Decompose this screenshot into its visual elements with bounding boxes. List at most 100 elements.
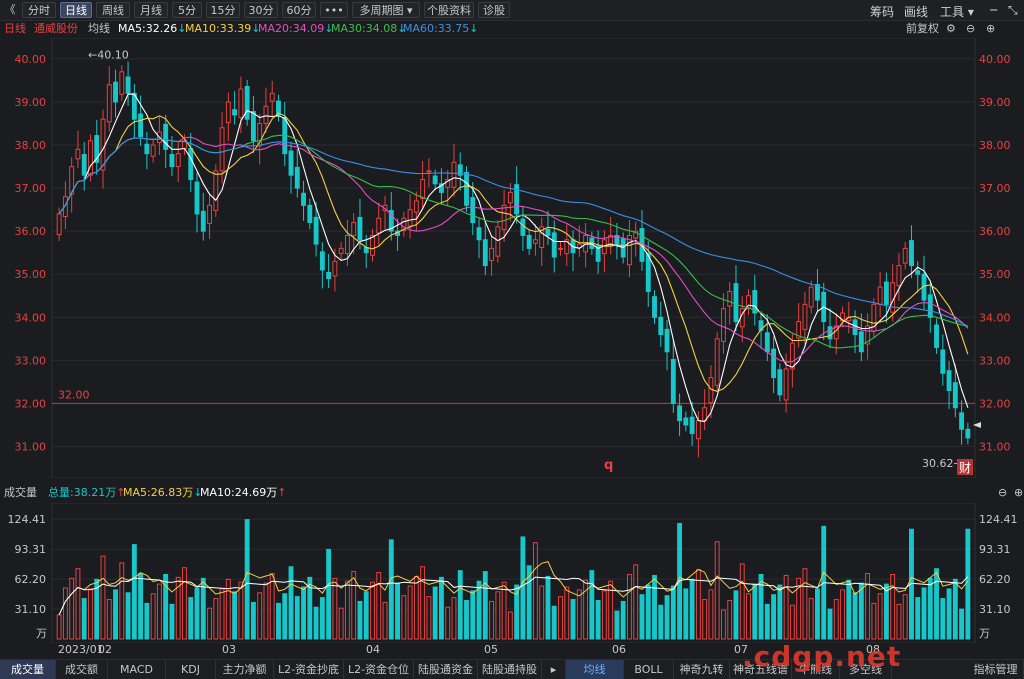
tab-hk-capital[interactable]: 陆股通资金 (414, 660, 478, 679)
diagnose-button[interactable]: 诊股 (478, 2, 510, 18)
top-toolbar: 《 分时 日线 周线 月线 5分 15分 30分 60分 ••• 多周期图 ▾ 个股资料 诊股 筹码 … (0, 0, 1024, 21)
tab-weekly[interactable]: 周线 (96, 2, 130, 18)
minimize-icon[interactable]: ─ (990, 3, 997, 17)
tab-60min[interactable]: 60分 (282, 2, 316, 18)
volume-bar (558, 596, 563, 640)
tab-l2-position[interactable]: L2-资金仓位 (344, 660, 414, 679)
tab-30min[interactable]: 30分 (244, 2, 278, 18)
volume-bar (276, 602, 281, 640)
volume-bar (464, 599, 469, 640)
volume-bar (865, 573, 871, 640)
zoom-out-icon[interactable]: ⊖ (966, 21, 975, 37)
candle-body (764, 332, 770, 353)
volume-bar (357, 600, 363, 640)
candle-body (150, 144, 156, 157)
volume-bar (633, 564, 639, 640)
zoom-in-icon[interactable]: ⊕ (986, 21, 995, 37)
candle-body (558, 247, 563, 250)
stock-name[interactable]: 通威股份 (34, 21, 78, 37)
tab-indicator-manage[interactable]: 指标管理 (968, 660, 1024, 679)
volume-bar (138, 573, 144, 640)
tab-hk-holding[interactable]: 陆股通持股 (478, 660, 542, 679)
candle-body (225, 101, 231, 124)
candle-body (727, 290, 733, 307)
tab-macd[interactable]: MACD (108, 660, 166, 679)
tab-kdj[interactable]: KDJ (166, 660, 216, 679)
tab-15min[interactable]: 15分 (206, 2, 240, 18)
price-chart[interactable]: 40.00 40.00 39.00 39.00 38.00 38.00 37.00 37.00… (0, 38, 1024, 478)
candle-body (909, 240, 914, 267)
volume-bar (708, 589, 714, 640)
volume-chart[interactable]: 124.41 124.41 93.31 93.31 62.20 62.20 31.10 31.… (0, 503, 1024, 643)
volume-zoom-in-icon[interactable]: ⊕ (1014, 485, 1023, 501)
volume-bar (376, 572, 382, 640)
chips-button[interactable]: 筹码 (870, 3, 894, 20)
volume-bar (858, 582, 864, 640)
tab-main-net[interactable]: 主力净额 (216, 660, 274, 679)
volume-bar (250, 601, 256, 640)
tab-l2-bottom[interactable]: L2-资金抄底 (274, 660, 344, 679)
volume-bar (219, 588, 225, 640)
multi-period-menu[interactable]: 多周期图 ▾ (352, 2, 420, 18)
volume-bar (62, 587, 68, 640)
back-button[interactable]: 《 (2, 2, 18, 18)
volume-zoom-out-icon[interactable]: ⊖ (998, 485, 1007, 501)
volume-bar (683, 588, 689, 640)
candle-body (357, 216, 363, 241)
volume-bar (319, 597, 325, 640)
volume-bar (777, 584, 783, 640)
volume-bar (670, 585, 676, 640)
more-button[interactable]: ••• (320, 2, 348, 18)
volume-bar (764, 603, 770, 640)
price-tick-left: 40.00 (15, 53, 47, 66)
tab-turnover[interactable]: 成交额 (56, 660, 108, 679)
volume-bar (539, 585, 545, 640)
ma20-label: MA20:34.09↓ (258, 22, 334, 35)
volume-bar (808, 598, 814, 640)
candle-body (877, 286, 883, 305)
price-tick-left: 37.00 (15, 182, 47, 195)
candle-body (344, 234, 350, 255)
tab-5min[interactable]: 5分 (172, 2, 202, 18)
price-tick-left: 38.00 (15, 139, 47, 152)
volume-bar (244, 519, 250, 640)
tab-monthly[interactable]: 月线 (134, 2, 168, 18)
date-label: 05 (484, 643, 498, 656)
candle-body (915, 270, 921, 275)
volume-bar (351, 571, 357, 640)
ma30-label: MA30:34.08↓ (331, 22, 407, 35)
volume-ma10: MA10:24.69万↑ (200, 486, 287, 499)
price-tick-left: 39.00 (15, 96, 47, 109)
volume-bar (758, 573, 764, 640)
candle-body (163, 123, 169, 150)
period-label: 日线 (4, 22, 26, 35)
candle-body (545, 228, 551, 236)
candle-body (476, 227, 482, 241)
candle-body (940, 349, 946, 374)
settings-icon[interactable]: ⚙ (946, 21, 956, 37)
volume-bar (144, 602, 150, 640)
draw-line-button[interactable]: 画线 (904, 3, 928, 20)
price-tick-right: 35.00 (979, 268, 1011, 281)
candle-body (808, 286, 814, 308)
price-tick-right: 38.00 (979, 139, 1011, 152)
candle-body (307, 204, 313, 224)
tools-menu[interactable]: 工具 ▾ (940, 3, 974, 20)
candle-body (896, 265, 902, 286)
volume-bar (119, 562, 125, 640)
volume-bar (746, 593, 751, 640)
stock-profile-button[interactable]: 个股资料 (424, 2, 474, 18)
avg-line-label[interactable]: 均线 (88, 21, 110, 37)
adjust-mode-label[interactable]: 前复权 (906, 21, 939, 37)
tab-boll[interactable]: BOLL (624, 660, 674, 679)
restore-icon[interactable]: ⤡ (1008, 3, 1018, 18)
candle-body (407, 209, 413, 227)
tab-volume[interactable]: 成交量 (0, 660, 56, 679)
price-tick-left: 32.00 (15, 397, 47, 410)
tab-intraday[interactable]: 分时 (22, 2, 56, 18)
tab-nine-turn[interactable]: 神奇九转 (674, 660, 730, 679)
candle-body (771, 348, 777, 379)
tab-scroll-icon[interactable]: ▸ (542, 660, 566, 679)
tab-daily[interactable]: 日线 (60, 2, 92, 18)
tab-ma[interactable]: 均线 (566, 660, 624, 679)
